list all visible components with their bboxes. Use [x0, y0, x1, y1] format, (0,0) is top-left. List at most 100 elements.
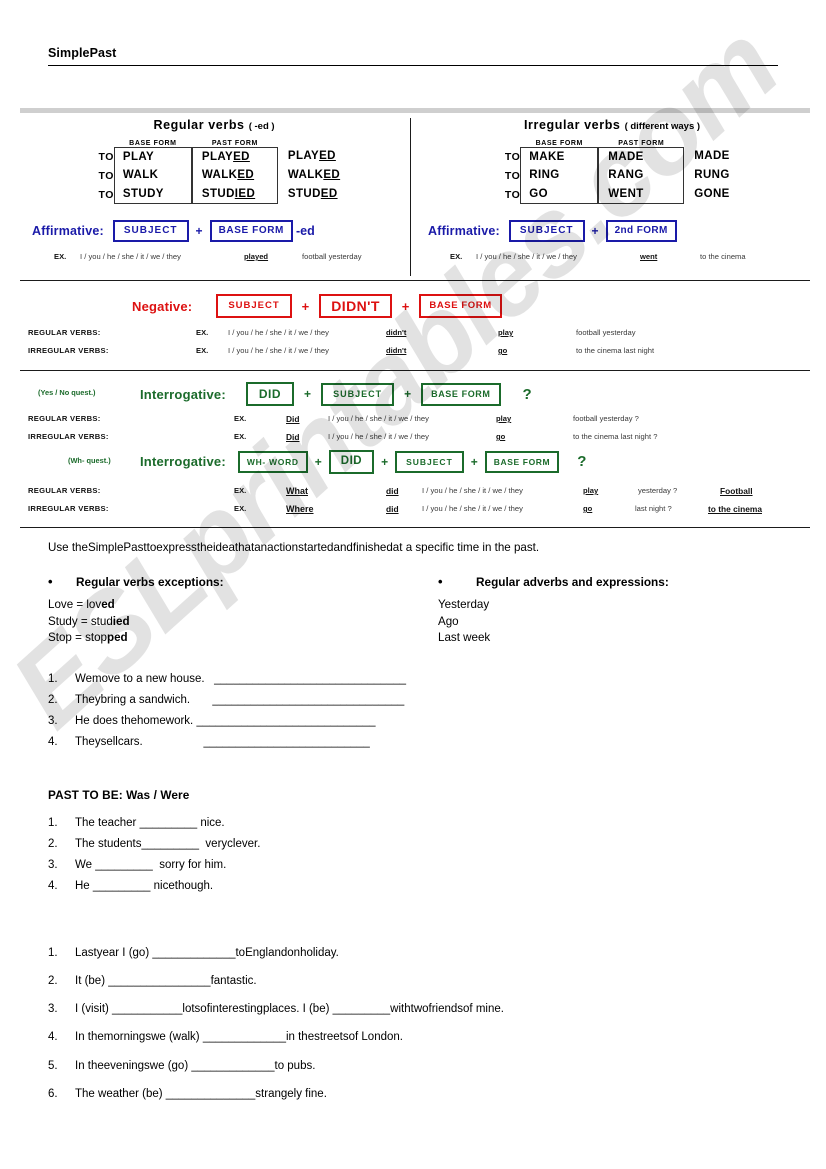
list-item[interactable]: 2. The students_________ veryclever.: [48, 834, 788, 855]
list-item[interactable]: 1. Wemove to a new house. _______________…: [48, 669, 788, 690]
third-form-cell: PLAYED: [287, 150, 336, 162]
plus-sign: +: [381, 454, 389, 469]
list-item: Love = loved: [48, 597, 115, 611]
auxiliary-verb: didn't: [386, 346, 407, 355]
yesno-question-type-label: (Yes / No quest.): [38, 388, 96, 397]
base-form-box: BASE FORM: [419, 294, 502, 318]
list-item[interactable]: 2. Theybring a sandwich. ________________…: [48, 690, 788, 711]
irregular-verbs-table: BASE FORM PAST FORM TO MAKE MADE MADE TO…: [494, 140, 729, 204]
ex-label: EX.: [196, 328, 209, 337]
verb-type-label: REGULAR VERBS:: [28, 328, 101, 337]
wh-word: What: [286, 486, 308, 496]
main-verb: play: [496, 414, 512, 423]
divider-above-negative: [20, 280, 810, 281]
list-item[interactable]: 1. The teacher _________ nice.: [48, 813, 788, 834]
exercise-sentence: It (be) ________________fantastic.: [75, 975, 257, 988]
subject-pronouns: I / you / he / she / it / we / they: [228, 328, 329, 337]
grammar-reference-block: Regular verbs ( -ed ) BASE FORM PAST FOR…: [20, 108, 810, 533]
base-form-cell: RING: [520, 166, 599, 185]
divider-below-grammar: [20, 527, 810, 528]
plus-sign: +: [404, 387, 412, 401]
exercise-sentence: Wemove to a new house. _________________…: [75, 673, 407, 686]
example-rest: last night ?: [635, 504, 672, 513]
list-item: Study = studied: [48, 614, 130, 628]
plus-sign: +: [401, 298, 410, 314]
bullet-icon: •: [48, 573, 53, 589]
subject-pronouns: I / you / he / she / it / we / they: [422, 486, 523, 495]
header-rule: [48, 65, 778, 66]
main-verb: go: [583, 504, 593, 513]
table-row: TO RING RANG RUNG: [494, 166, 729, 185]
negative-example-regular: REGULAR VERBS: EX. I / you / he / she / …: [28, 328, 808, 340]
table-row: TO WALK WALKED WALKED: [88, 166, 340, 185]
plus-sign: +: [301, 298, 310, 314]
list-item[interactable]: 1. Lastyear I (go) _____________toEngland…: [48, 939, 788, 967]
example-answer: to the cinema: [708, 504, 762, 514]
didnt-box: DIDN'T: [319, 294, 392, 318]
example-verb: played: [244, 252, 269, 261]
past-to-be-heading: PAST TO BE: Was / Were: [48, 788, 190, 803]
exercise-sentence: Lastyear I (go) _____________toEnglandon…: [75, 946, 339, 959]
subject-box: SUBJECT: [216, 294, 292, 318]
exercise-past-to-be-list: 1. The teacher _________ nice. 2. The stud…: [48, 813, 788, 897]
regular-col-base-form: BASE FORM: [129, 140, 177, 147]
ex-label: EX.: [54, 252, 67, 261]
exercise-sentence: I (visit) ___________lotsofinterestingpl…: [75, 1003, 504, 1016]
exercise-sentence: The teacher _________ nice.: [75, 817, 225, 830]
exceptions-heading-text: Regular verbs exceptions:: [76, 574, 224, 589]
regular-affirmative-example: EX. I / you / he / she / it / we / they …: [36, 252, 416, 264]
subject-pronouns: I / you / he / she / it / we / they: [328, 432, 429, 441]
affirmative-label: Affirmative:: [428, 224, 500, 238]
verb-type-label: IRREGULAR VERBS:: [28, 432, 109, 441]
page-header: SimplePast: [48, 46, 778, 66]
auxiliary-verb: did: [386, 486, 399, 496]
list-item[interactable]: 3. I (visit) ___________lotsofinteresting…: [48, 995, 788, 1023]
past-form-cell: RANG: [598, 166, 685, 185]
exercise-sentence: Theysellcars. __________________________: [75, 736, 370, 749]
exercise-sentence: He _________ nicethough.: [75, 879, 214, 892]
main-verb: play: [498, 328, 514, 337]
list-item[interactable]: 5. In theeveningswe (go) _____________to …: [48, 1052, 788, 1080]
interrogative-label: Interrogative:: [140, 454, 226, 470]
worksheet-body: Use theSimplePasttoexpresstheideathatana…: [48, 540, 788, 1108]
list-item[interactable]: 4. He _________ nicethough.: [48, 876, 788, 897]
base-form-cell: PLAY: [113, 147, 192, 166]
example-rest: football yesterday: [302, 252, 362, 261]
did-box: DID: [245, 382, 295, 406]
irregular-col-base-form: BASE FORM: [535, 140, 583, 147]
exercise-gapfill-list: 1. Lastyear I (go) _____________toEngland…: [48, 939, 788, 1108]
list-item[interactable]: 4. In themorningswe (walk) _____________i…: [48, 1023, 788, 1051]
third-form-cell: RUNG: [694, 169, 730, 181]
verb-type-label: IRREGULAR VERBS:: [28, 504, 109, 513]
subject-pronouns: I / you / he / she / it / we / they: [328, 414, 429, 423]
negative-example-irregular: IRREGULAR VERBS: EX. I / you / he / she …: [28, 346, 808, 358]
list-item[interactable]: 6. The weather (be) ______________strange…: [48, 1080, 788, 1108]
list-item[interactable]: 3. He does thehomework. _________________…: [48, 711, 788, 732]
auxiliary-verb: didn't: [386, 328, 407, 337]
list-item[interactable]: 4. Theysellcars. ________________________…: [48, 732, 788, 753]
plus-sign: +: [470, 454, 478, 469]
third-form-cell: STUDED: [287, 188, 338, 200]
list-item[interactable]: 3. We _________ sorry for him.: [48, 855, 788, 876]
subject-pronouns: I / you / he / she / it / we / they: [476, 252, 577, 261]
base-form-cell: STUDY: [113, 185, 192, 204]
list-item: Last week: [438, 631, 491, 645]
did-box: DID: [328, 450, 375, 474]
top-grey-band: [20, 108, 810, 113]
main-verb: go: [496, 432, 506, 441]
adverbs-heading-text: Regular adverbs and expressions:: [476, 574, 669, 589]
wh-word-box: WH- WORD: [237, 450, 308, 473]
exercise-sentence: In theeveningswe (go) _____________to pu…: [75, 1059, 316, 1072]
interrogative-yesno-example-regular: REGULAR VERBS: EX. Did I / you / he / sh…: [28, 414, 808, 426]
wh-question-type-label: (Wh- quest.): [68, 456, 111, 465]
list-item[interactable]: 2. It (be) ________________fantastic.: [48, 967, 788, 995]
subject-pronouns: I / you / he / she / it / we / they: [228, 346, 329, 355]
example-rest: to the cinema last night: [576, 346, 655, 355]
interrogative-label: Interrogative:: [140, 386, 226, 402]
divider-above-interrogative-yesno: [20, 370, 810, 371]
auxiliary-verb: Did: [286, 414, 300, 424]
example-rest: to the cinema last night ?: [573, 432, 658, 441]
exercise-sentence: In themorningswe (walk) _____________in …: [75, 1031, 403, 1044]
subject-pronouns: I / you / he / she / it / we / they: [80, 252, 181, 261]
